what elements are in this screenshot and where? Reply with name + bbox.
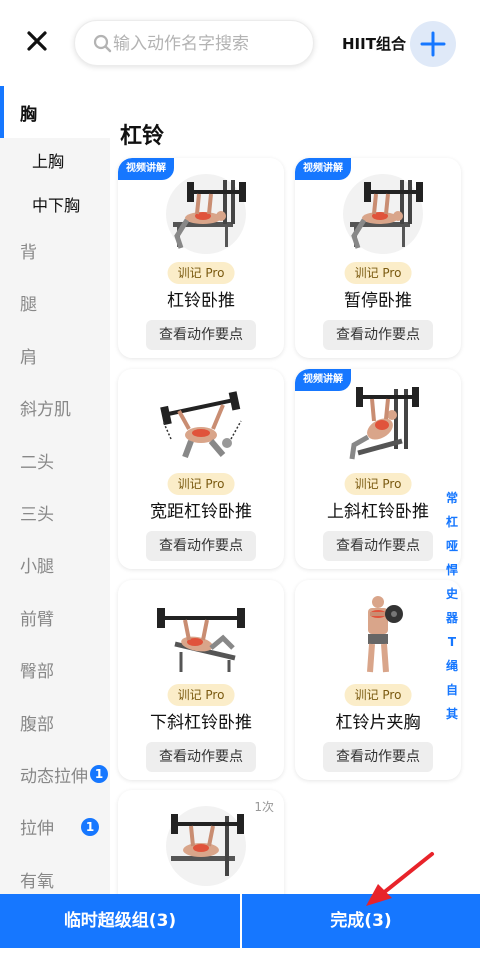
sidebar-item-shoulders[interactable]: 肩 xyxy=(0,329,110,381)
sidebar-item-label: 肩 xyxy=(20,348,37,368)
sidebar-subitem-upper-chest[interactable]: 上胸 xyxy=(0,138,110,180)
exercise-card[interactable]: 1次 xyxy=(118,790,284,910)
pro-badge: 训记 Pro xyxy=(344,473,412,495)
exercise-card[interactable]: 视频讲解 训记 Pro 暂停卧推 查看动作要点 xyxy=(295,158,461,358)
hiit-combo-link[interactable]: HIIT组合 xyxy=(342,33,406,54)
index-letter[interactable]: 自 xyxy=(442,678,462,702)
index-letter[interactable]: 哑 xyxy=(442,534,462,558)
sidebar-item-label: 小腿 xyxy=(20,557,54,577)
sidebar-item-back[interactable]: 背 xyxy=(0,224,110,276)
view-keypoints-button[interactable]: 查看动作要点 xyxy=(146,742,256,772)
sidebar-item-label: 三头 xyxy=(20,505,54,525)
quick-index: 常 杠 哑 悍 史 器 T 绳 自 其 xyxy=(442,486,462,726)
exercise-card[interactable]: 训记 Pro 宽距杠铃卧推 查看动作要点 xyxy=(118,369,284,569)
index-letter[interactable]: T xyxy=(442,630,462,654)
pro-badge: 训记 Pro xyxy=(167,262,235,284)
exercise-card[interactable]: 视频讲解 训记 Pro 杠铃卧推 查看动作要点 xyxy=(118,158,284,358)
section-title: 杠铃 xyxy=(120,124,165,149)
exercise-name: 下斜杠铃卧推 xyxy=(150,713,252,733)
search-bar[interactable] xyxy=(74,20,314,66)
exercise-name: 上斜杠铃卧推 xyxy=(327,502,429,522)
top-bar: HIIT组合 xyxy=(0,0,480,86)
done-button[interactable]: 完成(3) xyxy=(242,894,480,948)
sidebar-item-label: 有氧 xyxy=(20,872,54,892)
exercise-name: 杠铃卧推 xyxy=(167,291,235,311)
sidebar-item-trapezius[interactable]: 斜方肌 xyxy=(0,381,110,433)
pro-badge: 训记 Pro xyxy=(344,262,412,284)
close-icon[interactable] xyxy=(22,26,52,56)
index-letter[interactable]: 史 xyxy=(442,582,462,606)
exercise-name: 杠铃片夹胸 xyxy=(335,713,421,733)
pro-badge: 训记 Pro xyxy=(167,684,235,706)
sidebar-item-chest[interactable]: 胸 xyxy=(0,86,110,138)
search-input[interactable] xyxy=(113,29,309,59)
sidebar-item-label: 胸 xyxy=(20,105,37,125)
sidebar-item-calves[interactable]: 小腿 xyxy=(0,538,110,590)
exercise-name: 宽距杠铃卧推 xyxy=(150,502,252,522)
wide-grip-bench-press-illustration xyxy=(160,391,242,459)
view-keypoints-button[interactable]: 查看动作要点 xyxy=(146,531,256,561)
sidebar-item-label: 腿 xyxy=(20,295,37,315)
index-letter[interactable]: 悍 xyxy=(442,558,462,582)
bench-press-variation-illustration xyxy=(166,806,246,886)
sidebar-item-forearms[interactable]: 前臂 xyxy=(0,591,110,643)
sidebar-subitem-label: 中下胸 xyxy=(32,196,81,215)
sidebar-item-label: 背 xyxy=(20,243,37,263)
sidebar-item-label: 动态拉伸 xyxy=(20,767,88,787)
usage-count: 1次 xyxy=(254,800,274,814)
view-keypoints-button[interactable]: 查看动作要点 xyxy=(323,320,433,350)
bottom-safe-area xyxy=(0,948,480,968)
sidebar-item-label: 拉伸 xyxy=(20,819,54,839)
pro-badge: 训记 Pro xyxy=(344,684,412,706)
exercise-name: 暂停卧推 xyxy=(344,291,412,311)
bottom-action-bar: 临时超级组(3) 完成(3) xyxy=(0,894,480,948)
exercise-card[interactable]: 训记 Pro 下斜杠铃卧推 查看动作要点 xyxy=(118,580,284,780)
view-keypoints-button[interactable]: 查看动作要点 xyxy=(146,320,256,350)
add-button[interactable] xyxy=(410,21,456,67)
view-keypoints-button[interactable]: 查看动作要点 xyxy=(323,742,433,772)
sidebar-item-glutes[interactable]: 臀部 xyxy=(0,643,110,695)
sidebar-item-abs[interactable]: 腹部 xyxy=(0,696,110,748)
search-icon xyxy=(93,34,113,54)
pause-bench-press-illustration xyxy=(343,174,423,254)
sidebar-item-stretch[interactable]: 拉伸 1 xyxy=(0,800,110,852)
index-letter[interactable]: 器 xyxy=(442,606,462,630)
exercise-card[interactable]: 训记 Pro 杠铃片夹胸 查看动作要点 xyxy=(295,580,461,780)
sidebar-item-legs[interactable]: 腿 xyxy=(0,276,110,328)
sidebar-item-label: 前臂 xyxy=(20,610,54,630)
plate-squeeze-press-illustration xyxy=(367,596,403,673)
sidebar-subitem-mid-lower-chest[interactable]: 中下胸 xyxy=(0,182,110,224)
incline-bench-press-illustration xyxy=(349,387,419,460)
sidebar-item-label: 腹部 xyxy=(20,715,54,735)
index-letter[interactable]: 常 xyxy=(442,486,462,510)
pro-badge: 训记 Pro xyxy=(167,473,235,495)
decline-bench-press-illustration xyxy=(157,608,245,672)
index-letter[interactable]: 绳 xyxy=(442,654,462,678)
plus-icon xyxy=(420,31,446,57)
sidebar-item-triceps[interactable]: 三头 xyxy=(0,486,110,538)
sidebar-item-biceps[interactable]: 二头 xyxy=(0,434,110,486)
count-badge: 1 xyxy=(90,765,108,783)
temporary-superset-button[interactable]: 临时超级组(3) xyxy=(0,894,240,948)
bench-press-illustration xyxy=(166,174,246,254)
sidebar-item-label: 臀部 xyxy=(20,662,54,682)
category-sidebar: 胸 上胸 中下胸 背 腿 肩 斜方肌 二头 三头 小腿 前臂 臀部 腹部 动态拉… xyxy=(0,86,110,896)
exercise-card[interactable]: 视频讲解 训记 Pro 上斜杠铃卧推 查看动作要点 xyxy=(295,369,461,569)
sidebar-item-label: 二头 xyxy=(20,453,54,473)
sidebar-item-label: 斜方肌 xyxy=(20,400,71,420)
index-letter[interactable]: 杠 xyxy=(442,510,462,534)
sidebar-subitem-label: 上胸 xyxy=(32,152,65,171)
count-badge: 1 xyxy=(81,818,99,836)
index-letter[interactable]: 其 xyxy=(442,702,462,726)
view-keypoints-button[interactable]: 查看动作要点 xyxy=(323,531,433,561)
sidebar-item-dynamic-stretch[interactable]: 动态拉伸 1 xyxy=(0,748,110,800)
